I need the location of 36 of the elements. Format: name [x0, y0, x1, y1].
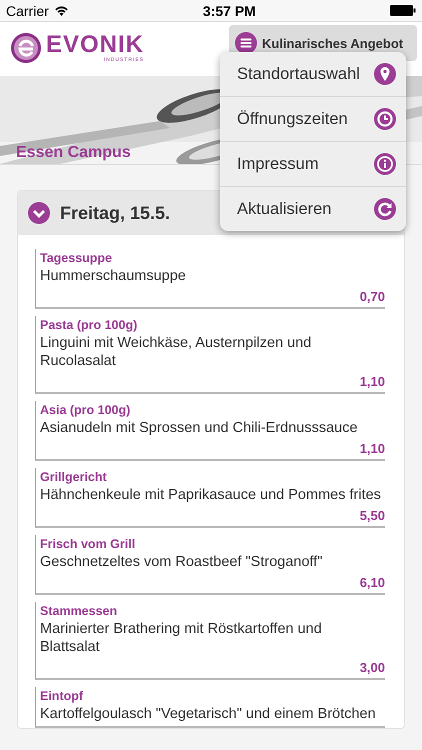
- location-title: Essen Campus: [16, 144, 131, 162]
- menu-item[interactable]: Impressum: [220, 141, 406, 186]
- dish-price: 1,10: [360, 441, 385, 456]
- dish-price: 5,50: [360, 508, 385, 523]
- chevron-down-icon: [28, 202, 50, 224]
- carrier-label: Carrier: [6, 2, 49, 18]
- dish-category: Pasta (pro 100g): [40, 318, 138, 332]
- dish-name: Hähnchenkeule mit Paprikasauce und Pommes frites: [40, 486, 382, 504]
- info-icon: [374, 153, 396, 175]
- dish-name: Marinierter Brathering mit Röstkartoffen und Blattsalat: [40, 620, 323, 656]
- refresh-icon: [374, 198, 396, 220]
- wifi-icon: [54, 5, 69, 16]
- dish-price: 0,70: [360, 289, 385, 304]
- dish-name: Asianudeln mit Sprossen und Chili-Erdnusssauce: [40, 419, 359, 437]
- dish-name: Geschnetzeltes vom Roastbeef "Stroganoff": [40, 553, 324, 571]
- dish-price: 1,10: [360, 374, 385, 389]
- dish-price: 3,00: [360, 660, 385, 675]
- location-pin-icon: [374, 63, 396, 85]
- battery-icon: [390, 5, 416, 16]
- clock-icon: [374, 108, 396, 130]
- menu-item[interactable]: Öffnungszeiten: [220, 96, 406, 141]
- day-title: Freitag, 15.5.: [60, 202, 170, 224]
- logo-icon: [10, 32, 42, 64]
- dish-category: Eintopf: [40, 689, 84, 703]
- clock-time: 3:57 PM: [202, 2, 256, 18]
- dish-category: Tagessuppe: [40, 251, 114, 265]
- dish-name: Kartoffelgoulasch "Vegetarisch" und einem Brötchen: [40, 705, 377, 723]
- dish-name: Hummerschaumsuppe: [40, 267, 187, 285]
- dish-name: Linguini mit Weichkäse, Austernpilzen und Rucolasalat: [40, 334, 312, 370]
- dish-category: Stammessen: [40, 604, 118, 618]
- menu-item[interactable]: Aktualisieren: [220, 186, 406, 231]
- dish-category: Asia (pro 100g): [40, 403, 132, 417]
- dish-price: 6,10: [360, 575, 385, 590]
- logo-text: EVONIK: [46, 33, 144, 57]
- dish-category: Frisch vom Grill: [40, 537, 136, 551]
- dish-category: Grillgericht: [40, 470, 108, 484]
